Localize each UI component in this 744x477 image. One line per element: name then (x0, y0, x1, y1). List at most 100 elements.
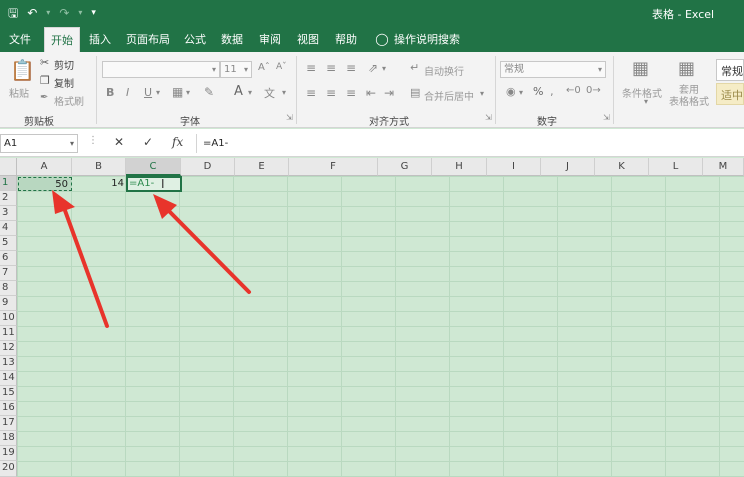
tab-review[interactable]: 审阅 (256, 27, 284, 52)
conditional-formatting-icon[interactable]: ▦ (632, 58, 649, 79)
cell-a1[interactable]: 50 (18, 177, 72, 191)
borders-icon[interactable]: ▦ (172, 85, 183, 99)
copy-icon[interactable]: ❐ (40, 74, 50, 87)
cell-b1[interactable]: 14 (72, 177, 126, 191)
merge-dropdown-icon[interactable]: ▾ (480, 89, 484, 98)
format-as-table-button[interactable]: 套用 表格格式 (667, 85, 711, 109)
cancel-entry-icon[interactable]: ✕ (114, 135, 124, 149)
tab-view[interactable]: 视图 (294, 27, 322, 52)
column-header-c[interactable]: C (126, 158, 181, 176)
font-color-dropdown-icon[interactable]: ▾ (248, 88, 252, 97)
save-icon[interactable]: 🖫 (8, 5, 18, 21)
format-painter-icon[interactable]: ✒ (40, 92, 48, 103)
column-header-f[interactable]: F (289, 158, 378, 176)
row-header-19[interactable]: 19 (0, 446, 17, 461)
formula-input[interactable]: =A1- (196, 134, 744, 153)
fill-color-icon[interactable]: ✎ (204, 85, 214, 99)
cut-button[interactable]: 剪切 (54, 57, 74, 72)
column-header-l[interactable]: L (649, 158, 703, 176)
row-header-14[interactable]: 14 (0, 371, 17, 386)
cut-icon[interactable]: ✂ (40, 56, 49, 69)
row-header-3[interactable]: 3 (0, 206, 17, 221)
column-header-e[interactable]: E (235, 158, 289, 176)
confirm-entry-icon[interactable]: ✓ (143, 135, 153, 149)
row-header-20[interactable]: 20 (0, 461, 17, 477)
phonetic-icon[interactable]: 文 (264, 85, 275, 101)
wrap-text-button[interactable]: 自动换行 (424, 63, 464, 78)
row-header-5[interactable]: 5 (0, 236, 17, 251)
wrap-text-icon[interactable]: ↵ (410, 61, 419, 74)
tab-help[interactable]: 帮助 (332, 27, 360, 52)
column-header-k[interactable]: K (595, 158, 649, 176)
cell-style-normal[interactable]: 常规 (716, 59, 744, 81)
merge-center-icon[interactable]: ▤ (410, 86, 420, 99)
tab-page-layout[interactable]: 页面布局 (124, 27, 172, 52)
conditional-formatting-button[interactable]: 条件格式 (622, 85, 662, 100)
row-header-8[interactable]: 8 (0, 281, 17, 296)
shrink-font-icon[interactable]: Aˇ (276, 62, 287, 72)
bold-icon[interactable]: B (106, 86, 114, 99)
align-right-icon[interactable]: ≡ (346, 86, 356, 100)
column-header-b[interactable]: B (72, 158, 126, 176)
paste-icon[interactable]: 📋 (10, 58, 35, 82)
format-painter-button[interactable]: 格式刷 (54, 93, 84, 108)
increase-decimal-icon[interactable]: ←0 (566, 85, 581, 96)
column-header-h[interactable]: H (432, 158, 487, 176)
column-header-m[interactable]: M (703, 158, 744, 176)
font-color-icon[interactable]: A (234, 84, 243, 99)
font-dialog-launcher-icon[interactable]: ⇲ (286, 113, 293, 122)
number-dialog-launcher-icon[interactable]: ⇲ (603, 113, 610, 122)
accounting-format-icon[interactable]: ◉ (506, 85, 516, 98)
merge-center-button[interactable]: 合并后居中 (424, 88, 474, 103)
comma-style-icon[interactable]: ‚ (550, 85, 554, 98)
tab-formulas[interactable]: 公式 (181, 27, 209, 52)
row-header-10[interactable]: 10 (0, 311, 17, 326)
underline-icon[interactable]: U (144, 86, 152, 99)
row-header-18[interactable]: 18 (0, 431, 17, 446)
name-box[interactable]: A1 ▾ (0, 134, 78, 153)
underline-dropdown-icon[interactable]: ▾ (156, 88, 160, 97)
row-header-15[interactable]: 15 (0, 386, 17, 401)
cell-c1-active[interactable]: =A1- (126, 176, 182, 192)
align-top-icon[interactable]: ≡ (306, 61, 316, 75)
font-name-combo[interactable]: ▾ (102, 61, 220, 78)
borders-dropdown-icon[interactable]: ▾ (186, 88, 190, 97)
decrease-indent-icon[interactable]: ⇤ (366, 86, 376, 100)
row-header-4[interactable]: 4 (0, 221, 17, 236)
cell-grid[interactable] (17, 176, 744, 477)
row-header-16[interactable]: 16 (0, 401, 17, 416)
tab-file[interactable]: 文件 (6, 27, 34, 52)
column-header-j[interactable]: J (541, 158, 595, 176)
decrease-decimal-icon[interactable]: 0→ (586, 85, 601, 96)
alignment-dialog-launcher-icon[interactable]: ⇲ (485, 113, 492, 122)
increase-indent-icon[interactable]: ⇥ (384, 86, 394, 100)
row-header-7[interactable]: 7 (0, 266, 17, 281)
undo-icon[interactable]: ↶ (27, 5, 37, 21)
redo-icon[interactable]: ↷ (59, 5, 69, 21)
percent-icon[interactable]: % (533, 85, 543, 98)
column-header-d[interactable]: D (181, 158, 235, 176)
orientation-icon[interactable]: ⇗ (368, 61, 378, 75)
align-middle-icon[interactable]: ≡ (326, 61, 336, 75)
number-format-combo[interactable]: 常规 ▾ (500, 61, 606, 78)
orientation-dropdown-icon[interactable]: ▾ (382, 64, 386, 73)
copy-button[interactable]: 复制 (54, 75, 74, 90)
accounting-dropdown-icon[interactable]: ▾ (519, 88, 523, 97)
column-header-g[interactable]: G (378, 158, 432, 176)
row-header-11[interactable]: 11 (0, 326, 17, 341)
grow-font-icon[interactable]: Aˆ (258, 62, 270, 73)
font-size-combo[interactable]: 11 ▾ (220, 61, 252, 78)
tell-me-search[interactable]: 操作说明搜索 (394, 27, 460, 52)
insert-function-icon[interactable]: fx (172, 135, 183, 149)
italic-icon[interactable]: I (126, 86, 129, 99)
row-header-1[interactable]: 1 (0, 176, 17, 191)
conditional-dropdown-icon[interactable]: ▾ (644, 97, 648, 106)
align-left-icon[interactable]: ≡ (306, 86, 316, 100)
row-header-2[interactable]: 2 (0, 191, 17, 206)
select-all-corner[interactable] (0, 158, 17, 176)
format-as-table-icon[interactable]: ▦ (678, 58, 695, 79)
paste-button[interactable]: 粘贴 (9, 85, 29, 100)
customize-icon[interactable]: ▾ (91, 5, 96, 21)
row-header-6[interactable]: 6 (0, 251, 17, 266)
row-header-12[interactable]: 12 (0, 341, 17, 356)
